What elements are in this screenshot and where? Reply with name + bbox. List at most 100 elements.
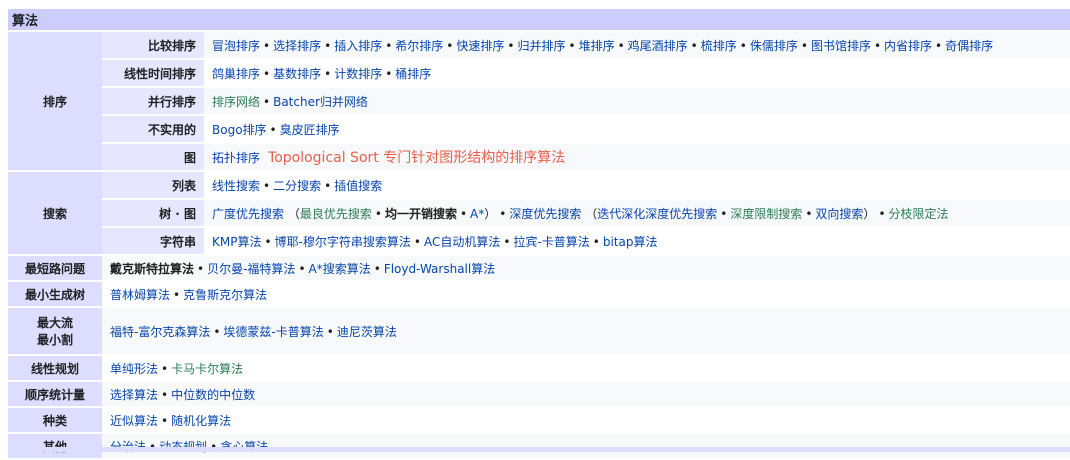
link-bidirectional[interactable]: 双向搜索	[815, 207, 863, 221]
sub-compare-sort: 比较排序	[102, 32, 204, 58]
bullet: •	[324, 66, 332, 81]
list-link[interactable]: 快速排序	[456, 39, 504, 53]
bullet: •	[507, 38, 515, 53]
list-link[interactable]: 选择算法	[110, 388, 158, 402]
navbox-table: 算法 排序 比较排序 冒泡排序 • 选择排序 • 插入排序 • 希尔排序 • 快速排序 • 归并排序…	[8, 7, 1070, 460]
link-floyd-warshall[interactable]: Floyd-Warshall算法	[384, 262, 495, 276]
list-link[interactable]: Bogo排序	[212, 123, 267, 137]
list-link[interactable]: 中位数的中位数	[171, 388, 255, 402]
list-link[interactable]: 堆排序	[579, 39, 615, 53]
link-bellman-ford[interactable]: 贝尔曼-福特算法	[207, 262, 295, 276]
list-parallel-sort: 排序网络 • Batcher归并网络	[204, 88, 1070, 114]
link-karmarkar[interactable]: 卡马卡尔算法	[171, 362, 243, 376]
list-link[interactable]: 桶排序	[395, 67, 431, 81]
list-link[interactable]: KMP算法	[212, 235, 261, 249]
list-link[interactable]: 奇偶排序	[945, 39, 993, 53]
link-uniform-cost[interactable]: 均一开销搜索	[385, 207, 457, 221]
bullet: •	[446, 38, 454, 53]
list-link[interactable]: 随机化算法	[171, 414, 231, 428]
link-sorting-network[interactable]: 排序网络	[212, 95, 260, 109]
list-link[interactable]: 臭皮匠排序	[280, 123, 340, 137]
sub-impractical-sort: 不实用的	[102, 116, 204, 142]
list-link[interactable]: 迪尼茨算法	[337, 325, 397, 339]
sub-string-search: 字符串	[102, 228, 204, 254]
navbox-bottom-bar	[8, 447, 1070, 452]
list-impractical-sort: Bogo排序 • 臭皮匠排序	[204, 116, 1070, 142]
list-link[interactable]: 插值搜索	[334, 179, 382, 193]
list-link[interactable]: 克鲁斯克尔算法	[183, 288, 267, 302]
bullet: •	[459, 206, 468, 221]
link-best-first[interactable]: 最良优先搜索	[300, 207, 372, 221]
list-link[interactable]: 鸡尾酒排序	[628, 39, 688, 53]
link-dls[interactable]: 深度限制搜索	[730, 207, 802, 221]
list-link[interactable]: 鸽巢排序	[212, 67, 260, 81]
group-maxflow-line1: 最大流	[36, 316, 73, 330]
paren-close: ）	[863, 206, 876, 221]
sub-list-search: 列表	[102, 172, 204, 198]
list-shortest-path: 戴克斯特拉算法 • 贝尔曼-福特算法 • A*搜索算法 • Floyd-Warshall算法	[102, 256, 1070, 280]
list-link[interactable]: 拉宾-卡普算法	[513, 235, 589, 249]
paren-open: （	[287, 206, 300, 221]
bullet: •	[373, 261, 381, 276]
link-astar-search[interactable]: A*搜索算法	[309, 262, 371, 276]
list-link[interactable]: 线性搜索	[212, 179, 260, 193]
link-batcher[interactable]: Batcher归并网络	[273, 95, 368, 109]
bullet: •	[197, 261, 205, 276]
list-linear-sort: 鸽巢排序 • 基数排序 • 计数排序 • 桶排序	[204, 60, 1070, 86]
algorithms-navbox: 算法 排序 比较排序 冒泡排序 • 选择排序 • 插入排序 • 希尔排序 • 快速排序 • 归并排序…	[8, 7, 1070, 460]
bullet: •	[873, 38, 882, 53]
link-simplex[interactable]: 单纯形法	[110, 362, 158, 376]
list-link[interactable]: 冒泡排序	[212, 39, 260, 53]
list-link[interactable]: 图书馆排序	[811, 39, 871, 53]
bullet: •	[161, 413, 169, 428]
link-bfs[interactable]: 广度优先搜索	[212, 207, 284, 221]
list-link[interactable]: 福特-富尔克森算法	[110, 325, 210, 339]
list-kinds: 近似算法 • 随机化算法	[102, 408, 1070, 432]
list-link[interactable]: 选择排序	[273, 39, 321, 53]
group-search: 搜索	[8, 172, 102, 254]
sub-tree-graph-search: 树 · 图	[102, 200, 204, 226]
list-link[interactable]: 归并排序	[517, 39, 565, 53]
bullet: •	[568, 38, 576, 53]
list-graph-sort: 拓扑排序 Topological Sort 专门针对图形结构的排序算法	[204, 144, 1070, 170]
list-link[interactable]: 近似算法	[110, 414, 158, 428]
group-other: 其他	[8, 434, 102, 458]
bullet: •	[263, 178, 271, 193]
bullet: •	[324, 38, 332, 53]
list-link[interactable]: 二分搜索	[273, 179, 321, 193]
link-astar[interactable]: A*	[470, 207, 484, 221]
bullet: •	[173, 287, 181, 302]
list-link[interactable]: 博耶-穆尔字符串搜索算法	[275, 235, 411, 249]
list-link[interactable]: AC自动机算法	[424, 235, 500, 249]
link-iddfs[interactable]: 迭代深化深度优先搜索	[597, 207, 717, 221]
list-link[interactable]: 梳排序	[701, 39, 737, 53]
list-link[interactable]: 基数排序	[273, 67, 321, 81]
bullet: •	[617, 38, 625, 53]
list-tree-graph-search: 广度优先搜索 （最良优先搜索 • 均一开销搜索 • A*） • 深度优先搜索 （迭代深化深度…	[204, 200, 1070, 226]
list-link[interactable]: 计数排序	[334, 67, 382, 81]
list-link[interactable]: 侏儒排序	[750, 39, 798, 53]
link-branch-and-bound[interactable]: 分枝限定法	[889, 207, 949, 221]
list-link[interactable]: 普林姆算法	[110, 288, 170, 302]
link-dfs[interactable]: 深度优先搜索	[509, 207, 581, 221]
list-link[interactable]: 内省排序	[884, 39, 932, 53]
bullet: •	[263, 66, 271, 81]
link-dijkstra[interactable]: 戴克斯特拉算法	[110, 262, 194, 276]
link-topological-sort[interactable]: 拓扑排序	[212, 151, 260, 165]
group-mst: 最小生成树	[8, 282, 102, 306]
annotation-note: Topological Sort 专门针对图形结构的排序算法	[268, 150, 566, 166]
list-compare-sort: 冒泡排序 • 选择排序 • 插入排序 • 希尔排序 • 快速排序 • 归并排序 • 堆排序 • 鸡尾酒排序 •…	[204, 32, 1070, 58]
list-mst: 普林姆算法 • 克鲁斯克尔算法	[102, 282, 1070, 306]
group-sorting: 排序	[8, 32, 102, 170]
list-link[interactable]: 埃德蒙兹-卡普算法	[223, 325, 323, 339]
sub-graph-sort: 图	[102, 144, 204, 170]
group-shortest-path: 最短路问题	[8, 256, 102, 280]
bullet: •	[213, 324, 221, 339]
bullet: •	[269, 122, 277, 137]
sub-linear-sort: 线性时间排序	[102, 60, 204, 86]
list-link[interactable]: bitap算法	[603, 235, 658, 249]
list-link[interactable]: 插入排序	[334, 39, 382, 53]
bullet: •	[739, 38, 747, 53]
list-link[interactable]: 希尔排序	[395, 39, 443, 53]
bullet: •	[161, 387, 169, 402]
